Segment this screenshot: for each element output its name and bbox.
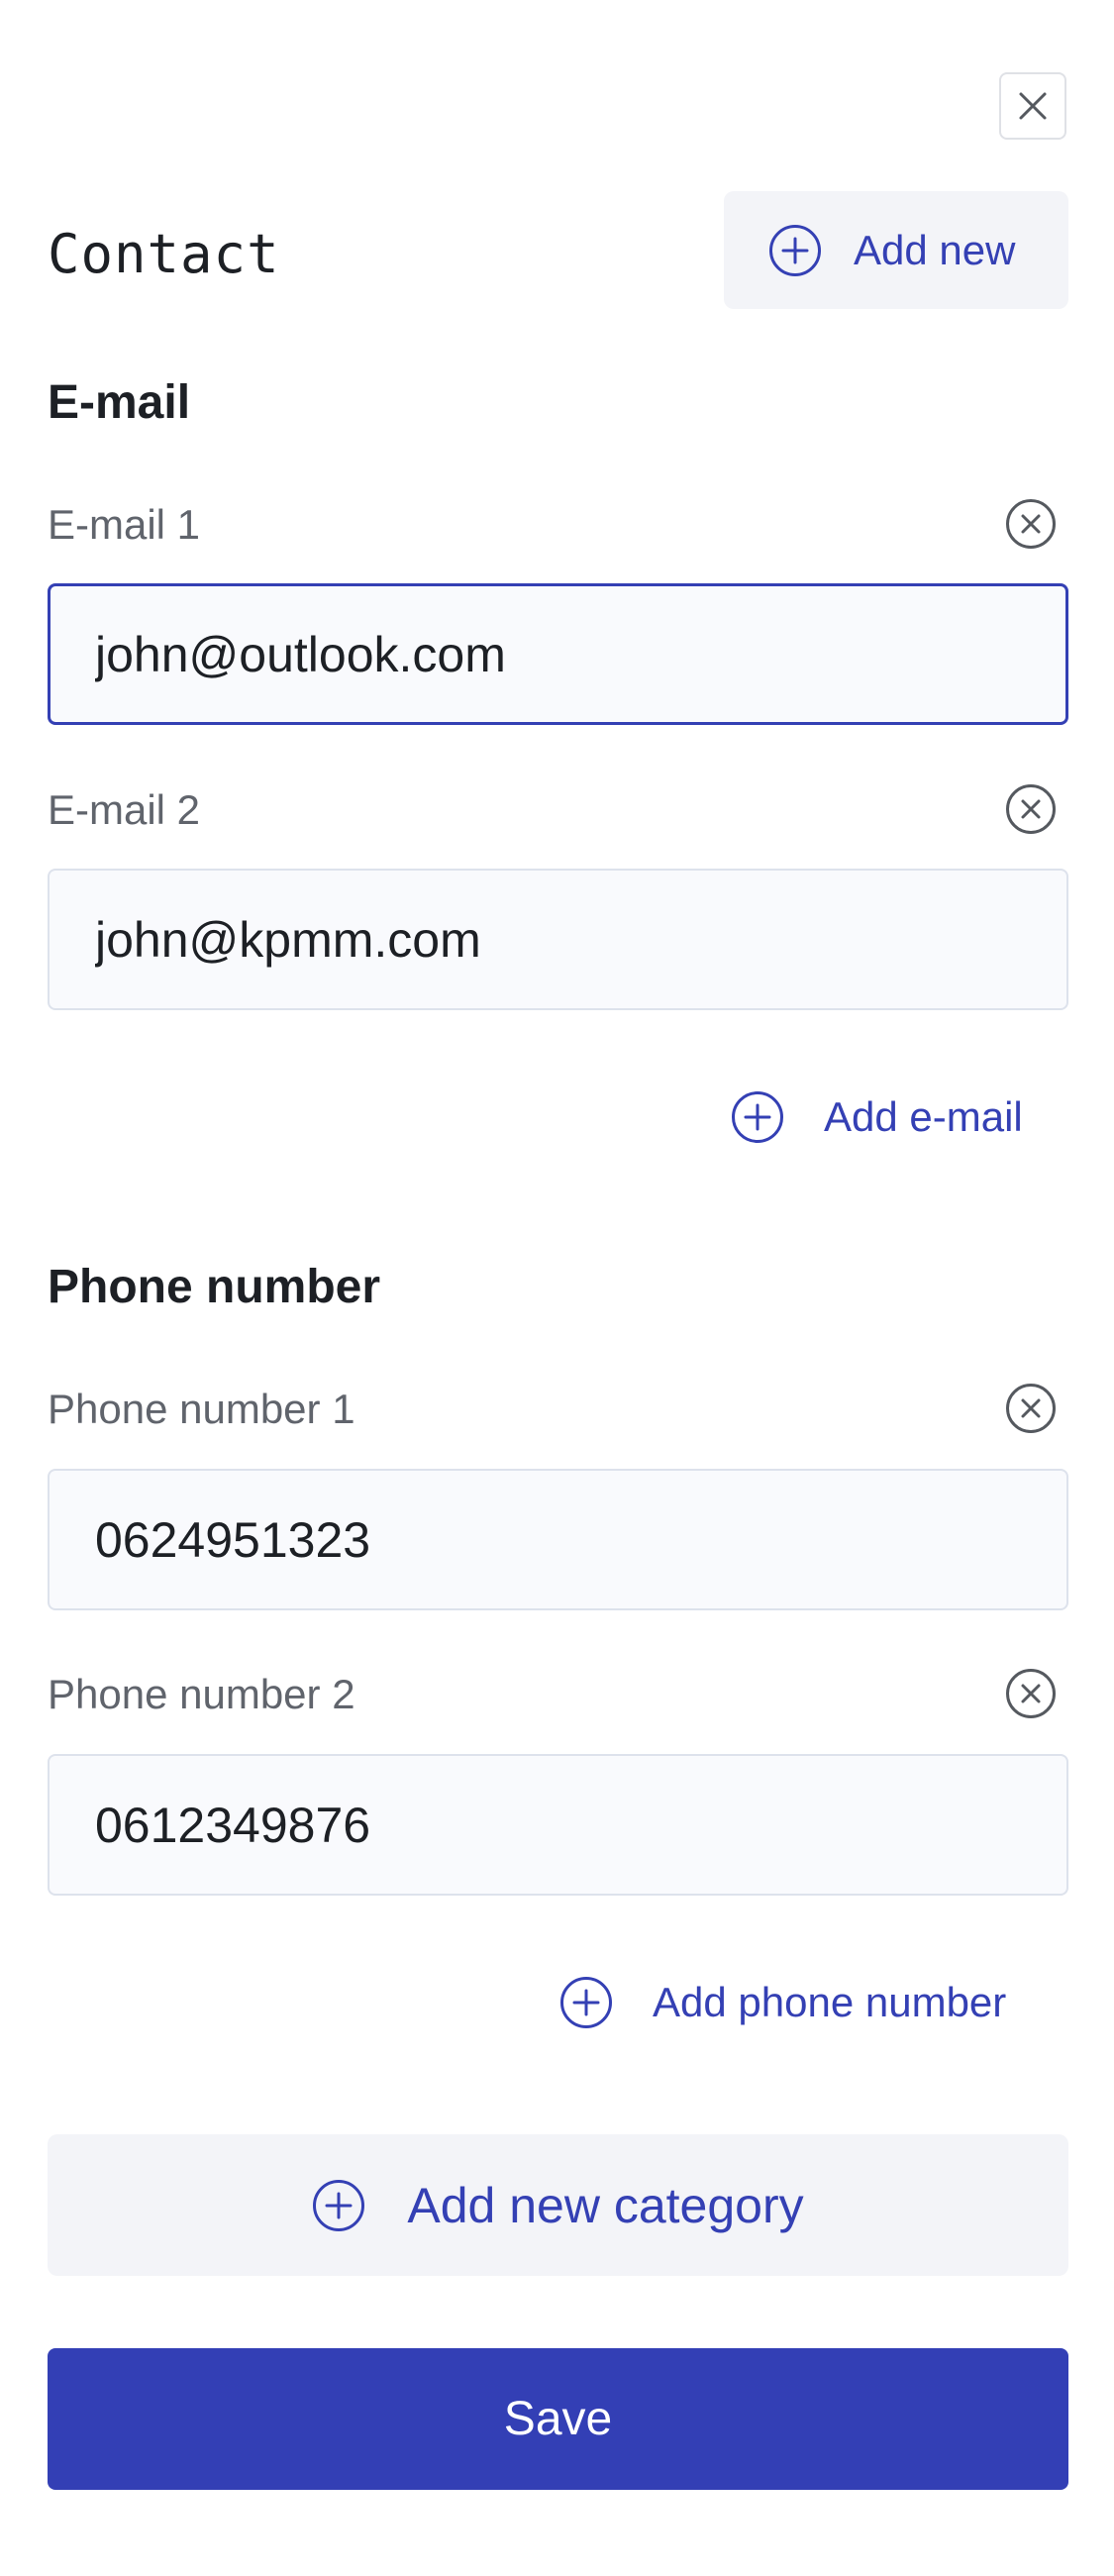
phone-2-input[interactable] xyxy=(48,1754,1068,1896)
phone-1-label: Phone number 1 xyxy=(48,1386,355,1432)
plus-circle-icon xyxy=(769,224,821,276)
add-phone-number-button[interactable]: Add phone number xyxy=(559,1976,1006,2029)
remove-email-2-button[interactable] xyxy=(1005,783,1057,835)
add-new-category-label: Add new category xyxy=(407,2177,804,2233)
phone-2-label: Phone number 2 xyxy=(48,1671,355,1717)
page-title: Contact xyxy=(48,223,280,285)
plus-circle-icon xyxy=(313,2179,365,2231)
plus-circle-icon xyxy=(732,1091,783,1143)
add-new-label: Add new xyxy=(854,226,1016,273)
plus-circle-icon xyxy=(560,1977,612,2028)
close-icon xyxy=(1019,92,1047,120)
remove-phone-1-button[interactable] xyxy=(1005,1383,1057,1434)
email-section-title: E-mail xyxy=(48,376,191,429)
remove-circle-icon xyxy=(1006,1384,1056,1433)
remove-phone-2-button[interactable] xyxy=(1005,1668,1057,1719)
remove-circle-icon xyxy=(1006,1669,1056,1718)
close-button[interactable] xyxy=(999,72,1066,140)
save-button[interactable]: Save xyxy=(48,2348,1068,2490)
email-1-input[interactable] xyxy=(48,583,1068,725)
add-email-button[interactable]: Add e-mail xyxy=(731,1090,1023,1144)
remove-circle-icon xyxy=(1006,499,1056,549)
add-new-category-button[interactable]: Add new category xyxy=(48,2134,1068,2276)
save-label: Save xyxy=(503,2393,613,2445)
email-1-label: E-mail 1 xyxy=(48,501,201,548)
phone-section-title: Phone number xyxy=(48,1261,381,1313)
email-2-input[interactable] xyxy=(48,869,1068,1010)
remove-circle-icon xyxy=(1006,784,1056,834)
add-email-label: Add e-mail xyxy=(824,1093,1023,1140)
phone-1-input[interactable] xyxy=(48,1469,1068,1610)
remove-email-1-button[interactable] xyxy=(1005,498,1057,550)
email-2-label: E-mail 2 xyxy=(48,786,201,833)
add-phone-number-label: Add phone number xyxy=(653,1979,1007,2025)
add-new-button[interactable]: Add new xyxy=(724,191,1068,309)
